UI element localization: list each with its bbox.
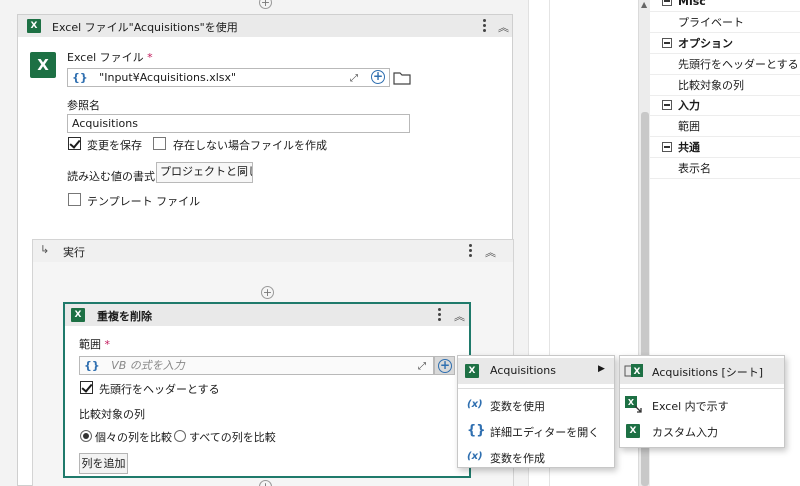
prop-item-compare-columns[interactable]: 比較対象の列 [650, 75, 800, 96]
excel-locate-icon: X [625, 396, 642, 413]
plus-menu-icon[interactable]: + [371, 70, 385, 84]
sheet-icon: X [624, 364, 643, 377]
variable-icon: (x) [467, 451, 483, 462]
read-format-select[interactable]: プロジェクトと同じ ⌄ [156, 162, 253, 183]
excel-file-label: Excel ファイル * [67, 51, 153, 64]
excel-icon: X [626, 424, 640, 438]
svg-text:X: X [628, 398, 635, 407]
submenu-item-sheet[interactable]: X Acquisitions [シート] [620, 358, 784, 384]
run-block-header: ↳ 実行 ︽ [33, 240, 513, 262]
excel-icon: X [27, 19, 41, 33]
collapse-icon[interactable]: ︽ [498, 19, 509, 35]
browse-folder-icon[interactable] [393, 71, 411, 85]
excel-file-icon: X [30, 52, 56, 78]
plus-context-menu: X Acquisitions ▶ (x) 変数を使用 {} 詳細エディターを開く… [457, 355, 615, 468]
run-collapse-icon[interactable]: ︽ [485, 244, 496, 260]
menu-item-use-variable[interactable]: (x) 変数を使用 [458, 392, 614, 418]
create-if-missing-checkbox[interactable] [153, 137, 166, 150]
add-activity-bottom-icon[interactable]: + [259, 480, 272, 486]
ref-name-label: 参照名 [67, 99, 100, 112]
range-placeholder: VB の式を入力 [111, 359, 185, 372]
collapse-toggle-icon[interactable] [662, 38, 672, 48]
save-changes-label: 変更を保存 [87, 139, 142, 152]
menu-item-open-editor[interactable]: {} 詳細エディターを開く [458, 418, 614, 444]
range-input[interactable]: {} VB の式を入力 ⤢ [79, 356, 434, 375]
add-activity-top-icon[interactable]: + [259, 0, 272, 9]
excel-icon: X [71, 308, 85, 322]
radio-compare-each-label: 個々の列を比較 [95, 431, 172, 444]
excel-scope-header: X Excel ファイル"Acquisitions"を使用 ︽ [18, 15, 512, 37]
remove-duplicates-title: 重複を削除 [97, 310, 152, 323]
plus-menu-button[interactable]: + [434, 356, 455, 375]
run-block-title: 実行 [63, 246, 85, 259]
prop-category-misc[interactable]: Misc [650, 0, 800, 12]
prop-category-input[interactable]: 入力 [650, 95, 800, 116]
collapse-toggle-icon[interactable] [662, 100, 672, 110]
range-label: 範囲 * [79, 338, 110, 351]
radio-compare-each[interactable] [80, 430, 92, 442]
remove-duplicates-header: X 重複を削除 ︽ [65, 304, 469, 326]
remove-duplicates-card[interactable]: X 重複を削除 ︽ 範囲 * {} VB の式を入力 ⤢ + 先頭行をヘッダーと… [63, 302, 471, 478]
collapse-toggle-icon[interactable] [662, 142, 672, 152]
excel-icon: X [465, 364, 479, 378]
designer-canvas: + X Excel ファイル"Acquisitions"を使用 ︽ X Exce… [0, 0, 528, 486]
save-changes-checkbox[interactable] [68, 137, 81, 150]
ref-name-input[interactable]: Acquisitions [67, 114, 410, 133]
ref-name-value: Acquisitions [72, 117, 138, 130]
plus-menu-icon: + [438, 358, 452, 373]
compare-columns-label: 比較対象の列 [79, 408, 145, 421]
chevron-down-icon: ⌄ [239, 166, 247, 176]
prop-category-common[interactable]: 共通 [650, 137, 800, 158]
menu-item-acquisitions[interactable]: X Acquisitions ▶ [458, 358, 614, 384]
read-format-label: 読み込む値の書式 [67, 170, 155, 183]
template-file-label: テンプレート ファイル [87, 195, 201, 208]
braces-icon: {} [84, 359, 100, 372]
card-collapse-icon[interactable]: ︽ [454, 308, 465, 324]
expand-icon[interactable]: ⤢ [350, 70, 358, 86]
menu-separator [458, 388, 614, 389]
prop-category-options[interactable]: オプション [650, 33, 800, 54]
card-more-options-icon[interactable] [438, 307, 442, 321]
variable-icon: (x) [467, 399, 483, 410]
submenu-arrow-icon: ▶ [598, 364, 605, 374]
excel-scope-title: Excel ファイル"Acquisitions"を使用 [52, 21, 238, 34]
braces-icon: {} [467, 423, 486, 438]
create-if-missing-label: 存在しない場合ファイルを作成 [173, 139, 327, 152]
submenu-separator [620, 388, 784, 389]
submenu-item-show-in-excel[interactable]: X Excel 内で示す [620, 392, 784, 418]
add-column-button[interactable]: 列を追加 [79, 453, 128, 474]
more-options-icon[interactable] [483, 18, 487, 32]
prop-item-header-row[interactable]: 先頭行をヘッダーとする [650, 54, 800, 75]
add-activity-icon[interactable]: + [261, 286, 274, 299]
prop-item-private[interactable]: プライベート [650, 12, 800, 33]
acquisitions-submenu: X Acquisitions [シート] X Excel 内で示す X カスタム… [619, 355, 785, 448]
braces-icon: {} [72, 71, 88, 84]
collapse-toggle-icon[interactable] [662, 0, 672, 6]
expand-icon[interactable]: ⤢ [418, 358, 426, 374]
radio-compare-all-label: すべての列を比較 [189, 431, 276, 444]
prop-item-display-name[interactable]: 表示名 [650, 158, 800, 179]
radio-compare-all[interactable] [174, 430, 186, 442]
header-row-checkbox[interactable] [80, 381, 93, 394]
template-file-checkbox[interactable] [68, 193, 81, 206]
menu-item-create-variable[interactable]: (x) 変数を作成 [458, 444, 614, 470]
header-row-label: 先頭行をヘッダーとする [99, 383, 220, 396]
body-arrow-icon: ↳ [40, 243, 50, 256]
excel-file-value: "Input¥Acquisitions.xlsx" [99, 71, 237, 84]
svg-text:X: X [634, 367, 641, 377]
prop-item-range[interactable]: 範囲 [650, 116, 800, 137]
submenu-item-custom-input[interactable]: X カスタム入力 [620, 418, 784, 444]
excel-file-field[interactable]: {} "Input¥Acquisitions.xlsx" ⤢ + [67, 68, 390, 87]
scroll-up-icon[interactable]: ▲ [641, 0, 647, 9]
run-more-options-icon[interactable] [469, 243, 473, 257]
